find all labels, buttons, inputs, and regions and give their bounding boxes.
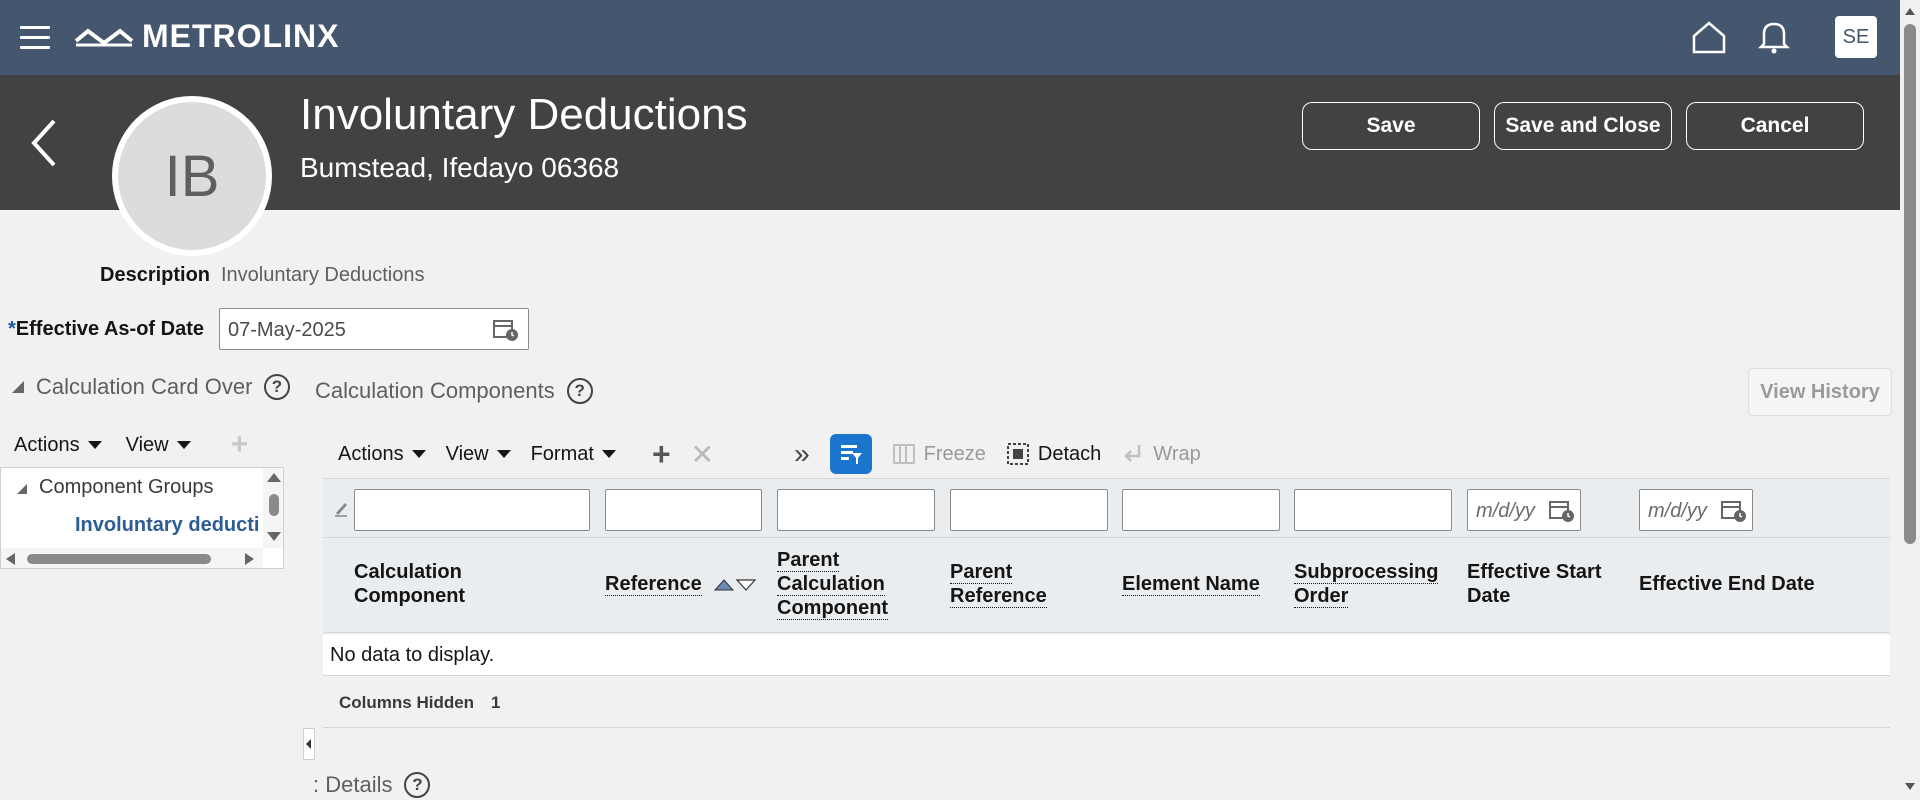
view-menu[interactable]: View <box>446 443 511 466</box>
calculation-components-header: Calculation Components ? <box>315 378 593 404</box>
component-groups-tree: Component Groups Involuntary deducti <box>0 467 284 569</box>
cancel-button[interactable]: Cancel <box>1686 102 1864 150</box>
description-value: Involuntary Deductions <box>221 264 425 286</box>
notifications-bell-icon[interactable] <box>1758 18 1790 56</box>
view-history-button[interactable]: View History <box>1748 368 1892 416</box>
format-menu[interactable]: Format <box>531 443 616 466</box>
delete-row-icon: ✕ <box>690 438 715 470</box>
no-data-message: No data to display. <box>330 644 495 666</box>
person-avatar: IB <box>112 96 272 256</box>
left-panel-toolbar: Actions View + <box>14 428 248 462</box>
column-header-element-name[interactable]: Element Name <box>1122 572 1260 596</box>
column-header-reference[interactable]: Reference <box>605 572 757 596</box>
chevron-down-icon <box>411 450 426 458</box>
column-header-parent-reference[interactable]: Parent Reference <box>950 560 1070 608</box>
column-header-subprocessing-order[interactable]: Subprocessing Order <box>1294 560 1454 608</box>
calculation-card-overview-header[interactable]: Calculation Card Over ? <box>10 374 290 400</box>
panel-splitter-handle[interactable] <box>303 728 315 760</box>
filter-effective-end-date[interactable]: m/d/yy <box>1639 489 1753 531</box>
effective-date-label: *Effective As-of Date <box>8 318 204 341</box>
filter-calculation-component[interactable] <box>354 489 590 531</box>
column-header-effective-end-date[interactable]: Effective End Date <box>1639 572 1815 596</box>
detach-button[interactable]: Detach <box>1006 442 1101 466</box>
column-header-effective-start-date[interactable]: Effective Start Date <box>1467 560 1617 608</box>
brand-logo[interactable]: METROLINX <box>74 18 339 55</box>
page-title: Involuntary Deductions <box>300 90 748 139</box>
chevron-down-icon <box>601 450 616 458</box>
left-view-menu[interactable]: View <box>126 434 191 457</box>
calendar-icon[interactable] <box>1548 498 1576 524</box>
calendar-icon[interactable] <box>492 317 520 343</box>
query-by-example-filter-icon[interactable] <box>829 434 872 474</box>
wrap-button: Wrap <box>1121 442 1201 466</box>
overflow-chevrons-icon[interactable]: » <box>794 438 810 470</box>
detach-icon <box>1006 443 1029 465</box>
filter-row: m/d/yy m/d/yy <box>323 478 1890 538</box>
chevron-down-icon <box>176 441 191 450</box>
filter-reference[interactable] <box>605 489 762 531</box>
filter-parent-reference[interactable] <box>950 489 1108 531</box>
calculation-card-overview-title: Calculation Card Over <box>36 374 253 399</box>
filter-parent-calculation-component[interactable] <box>777 489 935 531</box>
vertical-scrollbar[interactable] <box>263 468 283 548</box>
status-bar: Columns Hidden 1 <box>323 676 1890 728</box>
columns-hidden-label: Columns Hidden <box>339 693 475 712</box>
filter-edit-icon <box>335 503 347 517</box>
freeze-icon <box>892 444 915 464</box>
add-row-icon[interactable]: + <box>652 436 671 473</box>
person-name-subtitle: Bumstead, Ifedayo 06368 <box>300 152 620 183</box>
tree-item-component-groups[interactable]: Component Groups <box>39 476 214 499</box>
collapse-triangle-icon[interactable] <box>10 379 26 395</box>
sort-arrows-icon[interactable] <box>713 576 757 594</box>
save-button[interactable]: Save <box>1302 102 1480 150</box>
details-section-header: : Details ? <box>313 772 431 798</box>
details-title: : Details <box>313 772 393 797</box>
expand-triangle-icon[interactable] <box>15 482 29 496</box>
add-icon: + <box>230 428 249 461</box>
description-label: Description <box>100 264 211 286</box>
left-actions-menu[interactable]: Actions <box>14 434 102 457</box>
back-arrow-icon[interactable] <box>28 117 58 169</box>
required-mark: * <box>8 318 16 340</box>
calculation-components-title: Calculation Components <box>315 378 555 403</box>
scroll-up-icon[interactable] <box>1904 6 1916 16</box>
save-and-close-button[interactable]: Save and Close <box>1494 102 1672 150</box>
empty-table-row: No data to display. <box>323 635 1890 676</box>
filter-element-name[interactable] <box>1122 489 1280 531</box>
metrolinx-logo-icon <box>74 27 134 46</box>
scroll-down-icon[interactable] <box>1904 782 1916 792</box>
effective-date-label-text: Effective As-of Date <box>15 318 204 340</box>
top-navigation-bar: METROLINX SE <box>0 0 1900 75</box>
help-icon[interactable]: ? <box>404 772 431 798</box>
help-icon[interactable]: ? <box>566 378 593 404</box>
effective-date-value: 07-May-2025 <box>228 319 346 341</box>
home-icon[interactable] <box>1690 18 1728 56</box>
horizontal-scrollbar[interactable] <box>1 548 263 568</box>
effective-date-input[interactable]: 07-May-2025 <box>219 308 529 350</box>
actions-menu[interactable]: Actions <box>338 443 426 466</box>
menu-icon[interactable] <box>20 26 50 50</box>
filter-effective-start-date[interactable]: m/d/yy <box>1467 489 1581 531</box>
freeze-button: Freeze <box>892 442 986 466</box>
columns-hidden-count[interactable]: 1 <box>491 693 500 713</box>
wrap-icon <box>1124 445 1141 462</box>
user-avatar-button[interactable]: SE <box>1835 16 1877 58</box>
filter-subprocessing-order[interactable] <box>1294 489 1452 531</box>
column-header-calculation-component[interactable]: Calculation Component <box>354 560 574 608</box>
table-toolbar: Actions View Format + ✕ » Freeze Detach … <box>338 432 1221 476</box>
scrollbar-thumb[interactable] <box>1904 24 1916 544</box>
calendar-icon[interactable] <box>1720 498 1748 524</box>
page-scrollbar[interactable] <box>1900 0 1920 800</box>
help-icon[interactable]: ? <box>264 374 290 400</box>
chevron-down-icon <box>87 441 102 450</box>
tree-item-involuntary-deductions[interactable]: Involuntary deducti <box>75 514 265 537</box>
table-header-row: Calculation Component Reference Parent C… <box>323 538 1890 633</box>
brand-name: METROLINX <box>142 18 340 54</box>
column-header-parent-calculation-component[interactable]: Parent Calculation Component <box>777 548 907 620</box>
chevron-down-icon <box>496 450 511 458</box>
